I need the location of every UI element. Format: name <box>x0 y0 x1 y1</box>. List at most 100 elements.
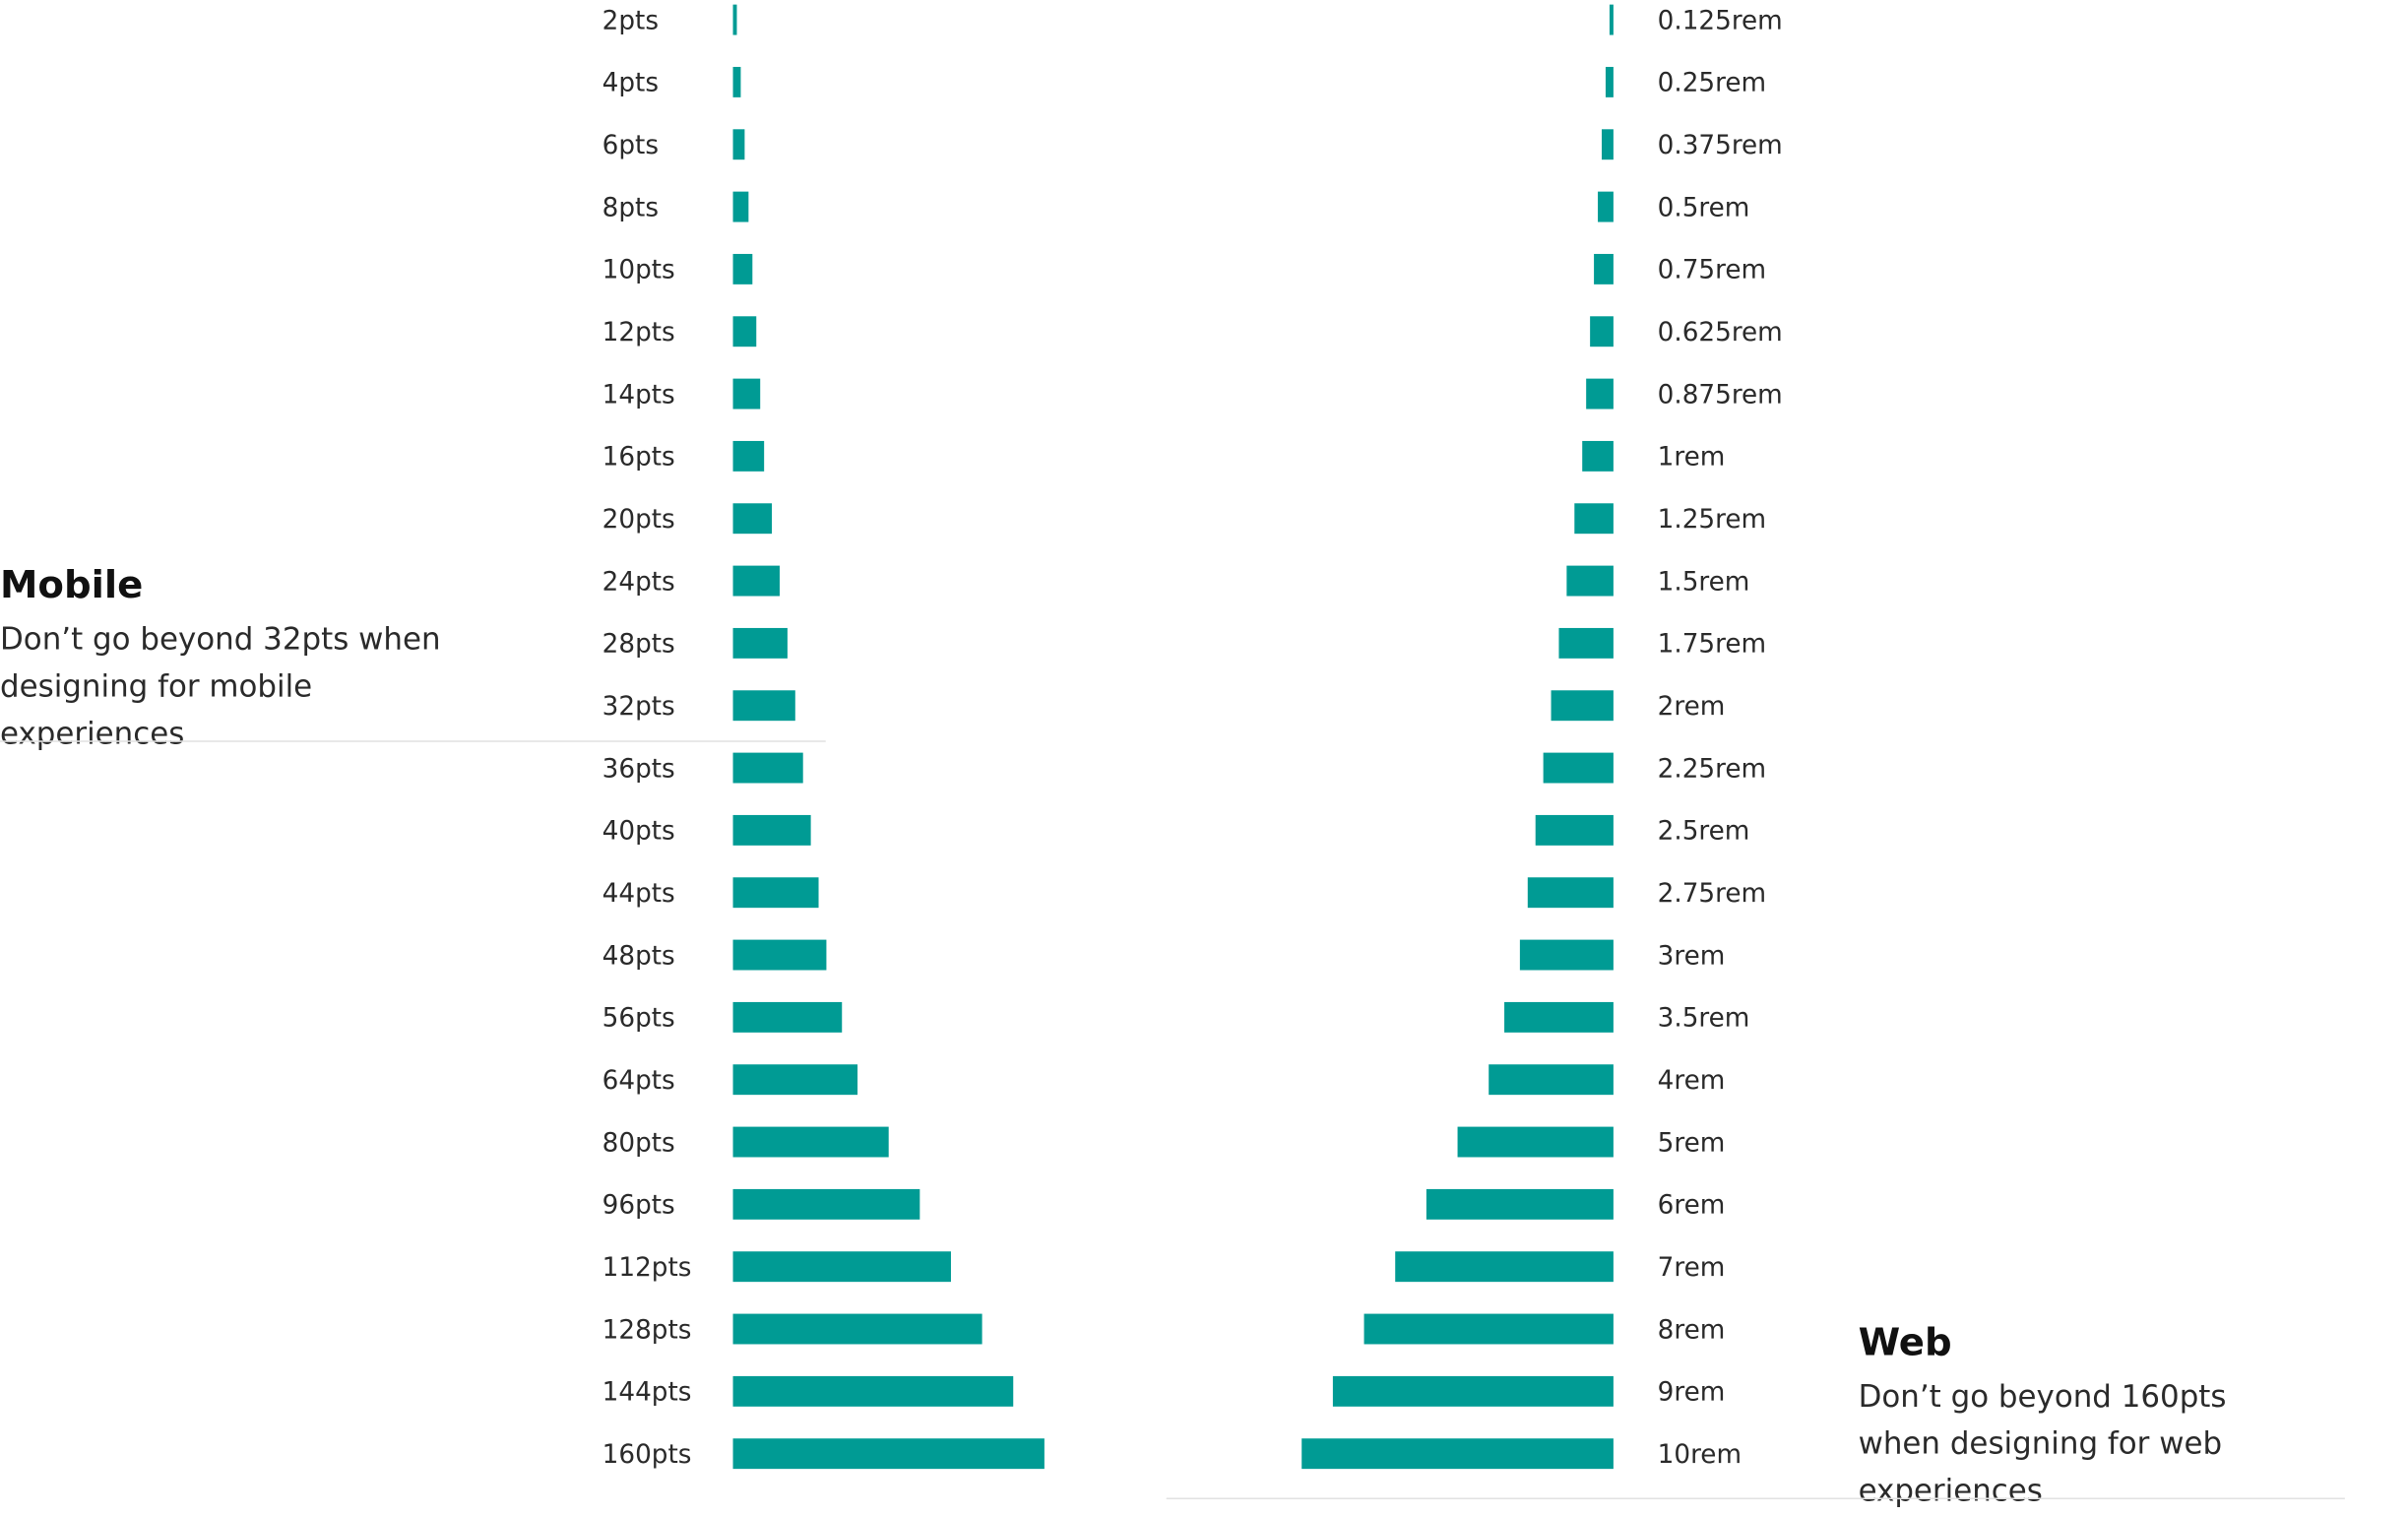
web-bar <box>1602 129 1614 160</box>
mobile-bar <box>732 4 737 35</box>
mobile-tick-label: 64pts <box>602 1066 675 1096</box>
mobile-tick-label: 96pts <box>602 1191 675 1221</box>
mobile-tick-label: 44pts <box>602 879 675 909</box>
mobile-bar <box>732 1251 951 1283</box>
web-bar <box>1543 752 1614 784</box>
web-tick-label: 7rem <box>1658 1253 1726 1283</box>
web-bar <box>1535 814 1614 846</box>
web-tick-label: 5rem <box>1658 1128 1726 1158</box>
web-bar <box>1586 378 1614 410</box>
web-bar <box>1519 939 1614 971</box>
web-tick-label: 4rem <box>1658 1066 1726 1096</box>
web-bar <box>1426 1188 1614 1220</box>
mobile-bar <box>732 690 795 722</box>
web-tick-label: 9rem <box>1658 1378 1726 1408</box>
web-tick-label: 0.125rem <box>1658 6 1783 35</box>
mobile-bar <box>732 877 819 909</box>
web-bar <box>1527 877 1614 909</box>
mobile-bar <box>732 565 780 597</box>
web-bar <box>1605 66 1614 97</box>
mobile-note: Mobile Don’t go beyond 32pts when design… <box>0 563 456 758</box>
mobile-bar <box>732 939 827 971</box>
mobile-tick-label: 12pts <box>602 318 675 347</box>
web-tick-label: 0.25rem <box>1658 69 1766 98</box>
mobile-bar <box>732 752 803 784</box>
mobile-bar <box>732 316 757 347</box>
mobile-tick-label: 40pts <box>602 817 675 847</box>
mobile-tick-label: 8pts <box>602 193 659 222</box>
mobile-tick-label: 14pts <box>602 380 675 410</box>
web-tick-label: 1rem <box>1658 443 1726 473</box>
web-bar <box>1558 627 1614 659</box>
web-note: Web Don’t go beyond 160pts when designin… <box>1859 1320 2314 1515</box>
mobile-bar <box>732 1313 982 1345</box>
web-tick-label: 8rem <box>1658 1315 1726 1345</box>
web-bar <box>1582 440 1614 472</box>
mobile-bar <box>732 503 773 535</box>
web-tick-label: 3rem <box>1658 941 1726 971</box>
web-tick-label: 1.5rem <box>1658 567 1750 597</box>
web-tick-label: 2.75rem <box>1658 879 1766 909</box>
web-bar <box>1363 1313 1614 1345</box>
web-note-body: Don’t go beyond 160pts when designing fo… <box>1858 1377 2227 1509</box>
web-bar <box>1574 503 1614 535</box>
mobile-tick-label: 32pts <box>602 692 675 722</box>
mobile-tick-label: 112pts <box>602 1253 692 1283</box>
web-tick-label: 6rem <box>1658 1191 1726 1221</box>
web-tick-label: 10rem <box>1658 1440 1742 1470</box>
mobile-limit-divider <box>0 740 826 742</box>
web-bar <box>1489 1064 1614 1096</box>
mobile-tick-label: 36pts <box>602 754 675 784</box>
web-tick-label: 1.25rem <box>1658 505 1766 535</box>
web-bar <box>1590 316 1614 347</box>
web-tick-label: 3.5rem <box>1658 1004 1750 1034</box>
web-bar <box>1609 4 1614 35</box>
web-tick-label: 0.375rem <box>1658 131 1783 160</box>
web-bar <box>1566 565 1614 597</box>
mobile-bar <box>732 440 765 472</box>
web-bar <box>1301 1438 1614 1470</box>
web-bar <box>1551 690 1614 722</box>
mobile-tick-label: 6pts <box>602 131 659 160</box>
mobile-bar <box>732 129 745 160</box>
mobile-bar-series: 2pts 4pts 6pts 8pts 10pts 12pts 14pts 16pts 20pt… <box>602 4 1045 1470</box>
web-tick-label: 1.75rem <box>1658 630 1766 660</box>
mobile-bar <box>732 253 753 284</box>
mobile-bar <box>732 191 749 222</box>
mobile-bar <box>732 1188 920 1220</box>
web-tick-label: 2.5rem <box>1658 817 1750 847</box>
mobile-bar <box>732 1375 1014 1407</box>
mobile-bar <box>732 1001 843 1033</box>
web-tick-label: 0.75rem <box>1658 256 1766 285</box>
mobile-bar <box>732 1126 889 1158</box>
mobile-note-title: Mobile <box>0 562 144 607</box>
mobile-tick-label: 2pts <box>602 6 659 35</box>
mobile-tick-label: 48pts <box>602 941 675 971</box>
mobile-tick-label: 160pts <box>602 1440 692 1470</box>
web-note-title: Web <box>1858 1319 1952 1364</box>
web-limit-divider <box>1166 1497 2345 1500</box>
mobile-bar <box>732 66 741 97</box>
mobile-tick-label: 80pts <box>602 1128 675 1158</box>
web-tick-label: 2.25rem <box>1658 754 1766 784</box>
mobile-tick-label: 16pts <box>602 443 675 473</box>
mobile-bar <box>732 814 811 846</box>
web-bar <box>1457 1126 1614 1158</box>
web-bar <box>1594 253 1614 284</box>
mobile-tick-label: 144pts <box>602 1378 692 1408</box>
mobile-tick-label: 56pts <box>602 1004 675 1034</box>
spacing-scale-figure: 2pts 4pts 6pts 8pts 10pts 12pts 14pts 16pts 20pt… <box>0 0 2351 1508</box>
web-tick-label: 2rem <box>1658 692 1726 722</box>
mobile-tick-label: 128pts <box>602 1315 692 1345</box>
mobile-tick-label: 24pts <box>602 567 675 597</box>
web-bar <box>1395 1251 1614 1283</box>
mobile-tick-label: 4pts <box>602 69 659 98</box>
mobile-tick-label: 20pts <box>602 505 675 535</box>
mobile-bar <box>732 627 788 659</box>
web-tick-label: 0.625rem <box>1658 318 1783 347</box>
web-tick-label: 0.5rem <box>1658 193 1750 222</box>
mobile-bar <box>732 378 761 410</box>
mobile-note-body: Don’t go beyond 32pts when designing for… <box>0 620 441 752</box>
mobile-tick-label: 10pts <box>602 256 675 285</box>
mobile-tick-label: 28pts <box>602 630 675 660</box>
